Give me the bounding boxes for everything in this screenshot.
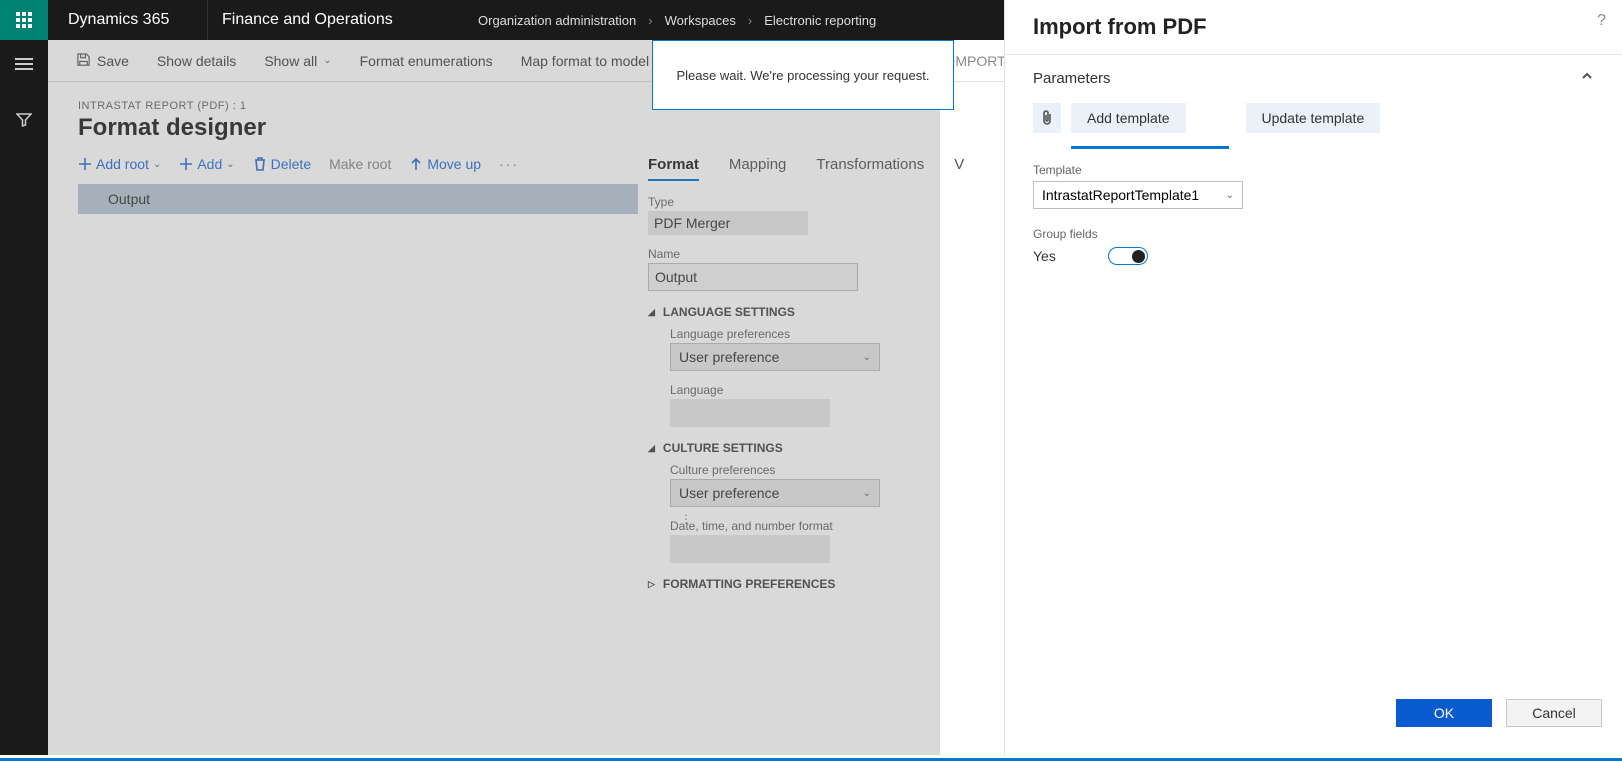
group-fields-value: Yes (1033, 248, 1056, 264)
help-button[interactable]: ? (1597, 12, 1606, 30)
save-button[interactable]: Save (62, 40, 143, 81)
add-root-button[interactable]: Add root ⌄ (78, 156, 161, 172)
chevron-down-icon: ⌄ (323, 55, 331, 66)
chevron-down-icon: ⌄ (153, 159, 161, 170)
section-label: CULTURE SETTINGS (663, 441, 783, 455)
waffle-icon (16, 12, 32, 28)
add-button[interactable]: Add ⌄ (179, 156, 234, 172)
more-actions-button[interactable]: ··· (499, 156, 519, 172)
paperclip-icon (1040, 110, 1054, 126)
designer-toolbar: Add root ⌄ Add ⌄ Delete Make root Move u… (78, 156, 638, 172)
chevron-down-icon: ⌄ (863, 352, 871, 363)
breadcrumb-item[interactable]: Workspaces (665, 13, 736, 28)
funnel-icon (16, 112, 32, 128)
collapse-icon: ▷ (648, 579, 655, 590)
nav-filter-button[interactable] (16, 112, 32, 133)
trash-icon (253, 157, 267, 171)
select-value: User preference (679, 485, 779, 501)
hamburger-icon (15, 58, 33, 70)
name-input[interactable] (648, 263, 858, 291)
tab-mapping[interactable]: Mapping (729, 156, 787, 181)
splitter-handle[interactable]: ⋮ (680, 512, 692, 526)
select-value: User preference (679, 349, 779, 365)
template-label: Template (1033, 163, 1594, 177)
show-details-button[interactable]: Show details (143, 40, 250, 81)
left-nav-rail (0, 40, 48, 755)
breadcrumb-item[interactable]: Electronic reporting (764, 13, 876, 28)
brand-module[interactable]: Finance and Operations (208, 0, 428, 40)
add-label: Add (197, 156, 222, 172)
expand-icon: ◢ (648, 443, 655, 454)
tree-node-output[interactable]: Output (78, 184, 638, 214)
language-pref-select[interactable]: User preference ⌄ (670, 343, 880, 371)
chevron-up-icon (1580, 69, 1594, 87)
nav-menu-button[interactable] (15, 58, 33, 70)
tab-transformations[interactable]: Transformations (816, 156, 924, 181)
move-up-button[interactable]: Move up (409, 156, 481, 172)
save-icon (76, 52, 91, 70)
chevron-right-icon: › (748, 13, 752, 28)
select-value: IntrastatReportTemplate1 (1042, 187, 1199, 203)
date-format-value (670, 535, 830, 563)
culture-pref-select[interactable]: User preference ⌄ (670, 479, 880, 507)
type-value: PDF Merger (648, 211, 808, 235)
arrow-up-icon (409, 157, 423, 171)
tab-update-template[interactable]: Update template (1246, 103, 1381, 133)
section-label: LANGUAGE SETTINGS (663, 305, 795, 319)
tab-active-indicator (1071, 146, 1229, 149)
toggle-knob (1132, 250, 1145, 263)
template-select[interactable]: IntrastatReportTemplate1 ⌄ (1033, 181, 1243, 209)
show-all-button[interactable]: Show all ⌄ (250, 40, 345, 81)
tab-add-template[interactable]: Add template (1071, 103, 1186, 133)
make-root-button[interactable]: Make root (329, 156, 391, 172)
ok-button[interactable]: OK (1396, 699, 1492, 727)
processing-toast: Please wait. We're processing your reque… (652, 40, 954, 110)
chevron-right-icon: › (648, 13, 652, 28)
chevron-down-icon: ⌄ (226, 159, 234, 170)
delete-button[interactable]: Delete (253, 156, 311, 172)
section-label: FORMATTING PREFERENCES (663, 577, 835, 591)
brand-dynamics[interactable]: Dynamics 365 (48, 0, 208, 40)
import-pdf-panel: ? Import from PDF Parameters Add templat… (1004, 0, 1622, 755)
move-up-label: Move up (427, 156, 481, 172)
parameters-section-header[interactable]: Parameters (1005, 55, 1622, 97)
breadcrumb-item[interactable]: Organization administration (478, 13, 636, 28)
language-value (670, 399, 830, 427)
expand-icon: ◢ (648, 307, 655, 318)
add-root-label: Add root (96, 156, 149, 172)
map-format-button[interactable]: Map format to model (507, 40, 663, 81)
parameters-label: Parameters (1033, 70, 1111, 87)
tab-more[interactable]: V (954, 156, 964, 181)
chevron-down-icon: ⌄ (1226, 190, 1234, 201)
tab-format[interactable]: Format (648, 156, 699, 181)
group-fields-toggle[interactable] (1108, 247, 1148, 265)
app-launcher-button[interactable] (0, 0, 48, 40)
delete-label: Delete (271, 156, 311, 172)
attachment-button[interactable] (1033, 103, 1061, 133)
group-fields-label: Group fields (1033, 227, 1594, 241)
save-label: Save (97, 53, 129, 69)
format-enumerations-button[interactable]: Format enumerations (346, 40, 507, 81)
plus-icon (179, 157, 193, 171)
chevron-down-icon: ⌄ (863, 488, 871, 499)
panel-title: Import from PDF (1033, 14, 1207, 40)
toast-message: Please wait. We're processing your reque… (677, 68, 930, 83)
plus-icon (78, 157, 92, 171)
show-all-label: Show all (264, 53, 317, 69)
cancel-button[interactable]: Cancel (1506, 699, 1602, 727)
